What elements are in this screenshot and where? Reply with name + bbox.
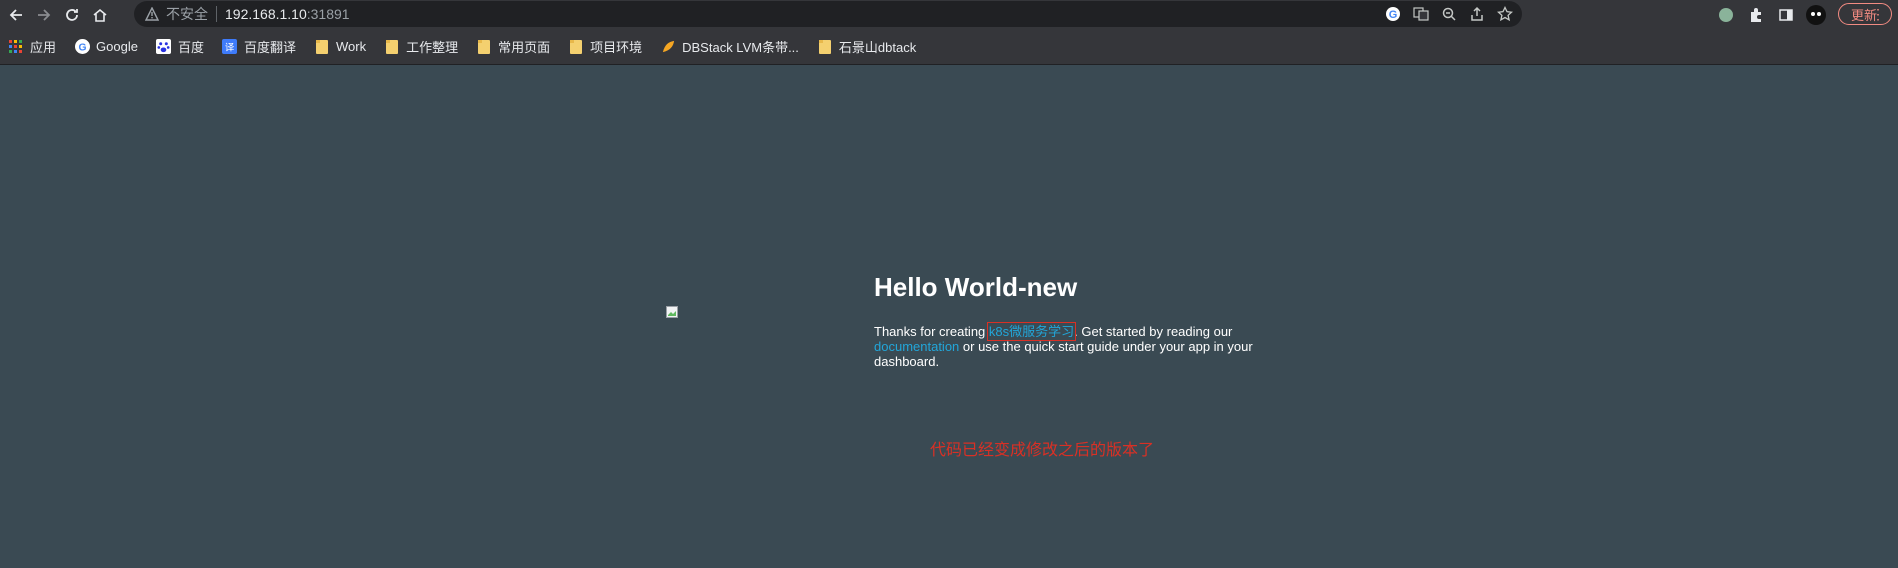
bookmark-baidu[interactable]: 百度 [152,35,208,59]
extension-circle-icon[interactable] [1716,5,1736,25]
desc-text: . Get started by reading our [1074,324,1233,339]
broken-image-icon [666,305,678,318]
forward-icon[interactable] [30,1,58,29]
url-host[interactable]: 192.168.1.10 [225,6,307,22]
bookmark-folder-shijingshan[interactable]: 石景山dbtack [813,35,920,59]
page-title: Hello World-new [874,272,1078,302]
bookmark-baidu-translate[interactable]: 译 百度翻译 [218,35,300,59]
app-link[interactable]: k8s微服务学习 [986,322,1077,341]
zoom-icon[interactable] [1440,5,1458,23]
svg-text:G: G [1389,9,1398,21]
omnibox-divider [216,6,217,22]
bookmarks-bar: 应用 G Google 百度 译 百度翻译 Work 工作整理 常用页面 项目环… [0,29,1898,65]
bookmark-folder-work[interactable]: Work [310,35,370,59]
reload-icon[interactable] [58,1,86,29]
bookmark-folder-work-notes[interactable]: 工作整理 [380,35,462,59]
bookmark-label: Google [96,39,138,54]
side-panel-icon[interactable] [1776,5,1796,25]
bookmark-label: Work [335,39,367,54]
translate-icon: 译 [222,39,238,55]
documentation-link[interactable]: documentation [874,339,959,354]
folder-icon [817,39,833,55]
warning-icon[interactable] [144,6,160,22]
bookmark-label: 百度 [177,40,204,55]
browser-toolbar: 不安全 192.168.1.10:31891 G 更新 ⋮ [0,0,1898,29]
folder-icon [568,39,584,55]
bookmark-folder-project-env[interactable]: 项目环境 [564,35,646,59]
baidu-icon [156,39,172,55]
folder-icon [476,39,492,55]
bookmark-folder-common-pages[interactable]: 常用页面 [472,35,554,59]
folder-icon [384,39,400,55]
security-label[interactable]: 不安全 [166,4,208,24]
address-bar[interactable]: 不安全 192.168.1.10:31891 G [134,1,1522,27]
bookmark-favicon-icon [660,39,676,55]
annotation-note: 代码已经变成修改之后的版本了 [930,442,1155,459]
bookmark-label: 百度翻译 [243,40,296,55]
bookmark-label: 常用页面 [498,40,551,55]
bookmark-label: DBStack LVM条带... [682,40,799,55]
page-description: Thanks for creating k8s微服务学习. Get starte… [874,322,1274,369]
update-button[interactable]: 更新 ⋮ [1838,3,1892,25]
bookmark-label: 工作整理 [406,40,459,55]
desc-text: Thanks for creating [874,324,989,339]
bookmark-label: 项目环境 [590,40,643,55]
google-icon: G [74,39,90,55]
bookmark-label: 石景山dbtack [838,40,917,55]
bookmark-label: 应用 [30,40,57,55]
menu-dots-icon[interactable]: ⋮ [1871,6,1885,23]
folder-icon [314,39,330,55]
url-port[interactable]: :31891 [307,6,350,22]
home-icon[interactable] [86,1,114,29]
bookmark-dbstack[interactable]: DBStack LVM条带... [656,35,803,59]
translate-icon[interactable] [1412,5,1430,23]
star-icon[interactable] [1496,5,1514,23]
bookmark-apps[interactable]: 应用 [4,35,60,59]
apps-grid-icon [8,39,24,55]
back-icon[interactable] [2,1,30,29]
share-icon[interactable] [1468,5,1486,23]
profile-avatar-icon[interactable] [1806,5,1826,25]
svg-text:译: 译 [225,42,235,53]
bookmark-google[interactable]: G Google [70,35,142,59]
puzzle-icon[interactable] [1746,5,1766,25]
svg-text:G: G [78,42,86,53]
google-icon[interactable]: G [1384,5,1402,23]
